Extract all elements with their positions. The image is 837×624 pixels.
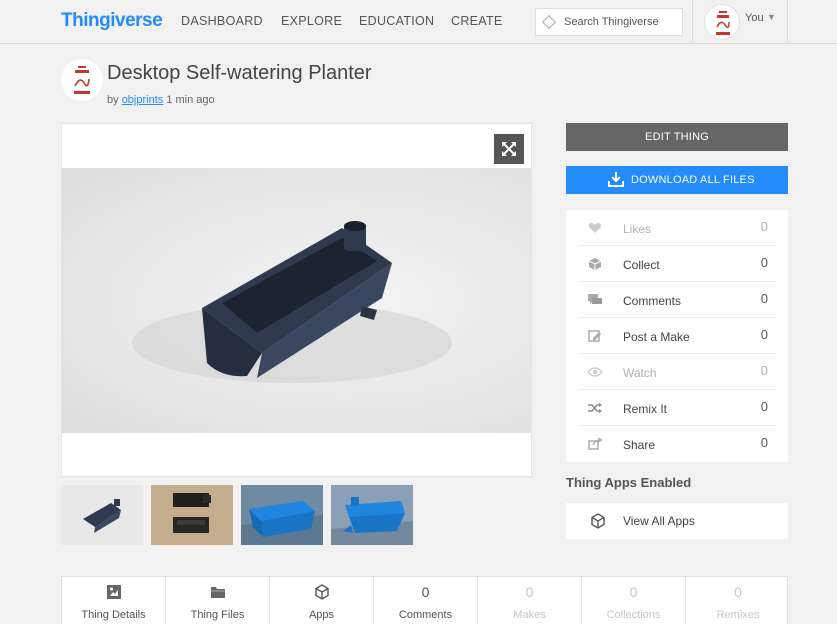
stat-label: Post a Make xyxy=(623,330,690,344)
user-menu[interactable]: You ▼ xyxy=(692,0,788,44)
heart-icon xyxy=(588,223,602,233)
chevron-down-icon: ▼ xyxy=(767,12,776,22)
view-all-apps-link[interactable]: View All Apps xyxy=(566,503,788,539)
view-all-apps-label: View All Apps xyxy=(623,514,695,528)
tab-label: Makes xyxy=(513,609,546,621)
stat-collect[interactable]: Collect 0 xyxy=(578,246,776,282)
download-all-button[interactable]: DOWNLOAD ALL FILES xyxy=(566,166,788,194)
stat-post-make[interactable]: Post a Make 0 xyxy=(578,318,776,354)
image-gallery xyxy=(61,123,532,477)
stat-count: 0 xyxy=(760,327,768,342)
stats-panel: Likes 0 Collect 0 Comments 0 Post a Make… xyxy=(566,210,788,462)
tab-apps[interactable]: Apps xyxy=(270,577,374,624)
stat-count: 0 xyxy=(760,219,768,234)
stat-watch[interactable]: Watch 0 xyxy=(578,354,776,390)
shuffle-icon xyxy=(588,403,602,413)
edit-thing-button[interactable]: EDIT THING xyxy=(566,123,788,151)
stat-count: 0 xyxy=(760,399,768,414)
tab-count: 0 xyxy=(525,584,534,600)
tab-label: Thing Files xyxy=(190,609,245,621)
collect-icon xyxy=(588,258,602,270)
thumbnail[interactable] xyxy=(151,485,233,545)
tab-label: Thing Details xyxy=(81,609,146,621)
expand-button[interactable] xyxy=(494,134,524,164)
tab-comments[interactable]: 0 Comments xyxy=(374,577,478,624)
thumbnail[interactable] xyxy=(61,485,143,545)
user-avatar[interactable] xyxy=(704,4,740,40)
nav-explore[interactable]: EXPLORE xyxy=(281,14,342,28)
cube-icon xyxy=(315,584,329,600)
stat-count: 0 xyxy=(760,363,768,378)
author-avatar[interactable] xyxy=(61,59,103,101)
folder-icon xyxy=(211,587,225,598)
stat-label: Comments xyxy=(623,294,682,308)
top-navbar: Thingiverse DASHBOARD EXPLORE EDUCATION … xyxy=(0,0,837,44)
nav-education[interactable]: EDUCATION xyxy=(359,14,434,28)
thumbnail[interactable] xyxy=(331,485,413,545)
thingiverse-logo[interactable]: Thingiverse xyxy=(61,10,163,32)
tab-label: Apps xyxy=(308,609,335,621)
tab-label: Collections xyxy=(606,609,661,621)
search-input[interactable] xyxy=(564,9,682,35)
stat-label: Remix It xyxy=(623,402,668,416)
tab-remixes[interactable]: 0 Remixes xyxy=(686,577,790,624)
time-ago: 1 min ago xyxy=(166,94,215,106)
tab-count: 0 xyxy=(629,584,638,600)
user-name: You xyxy=(745,12,764,24)
tab-makes[interactable]: 0 Makes xyxy=(478,577,582,624)
cube-icon xyxy=(591,513,605,529)
author-link[interactable]: objprints xyxy=(122,94,164,106)
eye-icon xyxy=(588,367,602,377)
search-box[interactable] xyxy=(535,8,683,36)
tab-count: 0 xyxy=(421,584,430,600)
main-photo[interactable] xyxy=(62,168,531,433)
byline-prefix: by xyxy=(107,94,119,106)
nav-dashboard[interactable]: DASHBOARD xyxy=(181,14,263,28)
stat-label: Likes xyxy=(623,222,652,236)
search-icon xyxy=(541,14,557,30)
stat-count: 0 xyxy=(760,291,768,306)
stat-label: Share xyxy=(623,438,656,452)
expand-icon xyxy=(502,142,516,156)
comments-icon xyxy=(588,294,602,304)
byline: by objprints 1 min ago xyxy=(107,94,215,106)
details-icon xyxy=(107,585,121,599)
download-label: DOWNLOAD ALL FILES xyxy=(631,174,755,186)
stat-label: Collect xyxy=(623,258,660,272)
thumbnail[interactable] xyxy=(241,485,323,545)
tab-thing-details[interactable]: Thing Details xyxy=(62,577,166,624)
tab-label: Remixes xyxy=(716,609,760,621)
stat-likes[interactable]: Likes 0 xyxy=(578,210,776,246)
stat-count: 0 xyxy=(760,435,768,450)
tab-bar: Thing Details Thing Files Apps 0 Comment… xyxy=(61,576,788,624)
apps-heading: Thing Apps Enabled xyxy=(566,475,692,490)
stat-label: Watch xyxy=(623,366,657,380)
stat-share[interactable]: Share 0 xyxy=(578,426,776,462)
tab-collections[interactable]: 0 Collections xyxy=(582,577,686,624)
nav-create[interactable]: CREATE xyxy=(451,14,503,28)
download-icon xyxy=(608,172,624,187)
stat-comments[interactable]: Comments 0 xyxy=(578,282,776,318)
stat-remix[interactable]: Remix It 0 xyxy=(578,390,776,426)
tab-count: 0 xyxy=(734,584,742,600)
tab-thing-files[interactable]: Thing Files xyxy=(166,577,270,624)
post-make-icon xyxy=(588,330,601,342)
tab-label: Comments xyxy=(398,609,453,621)
share-icon xyxy=(588,438,602,450)
page-title: Desktop Self-watering Planter xyxy=(107,62,372,84)
stat-count: 0 xyxy=(760,255,768,270)
